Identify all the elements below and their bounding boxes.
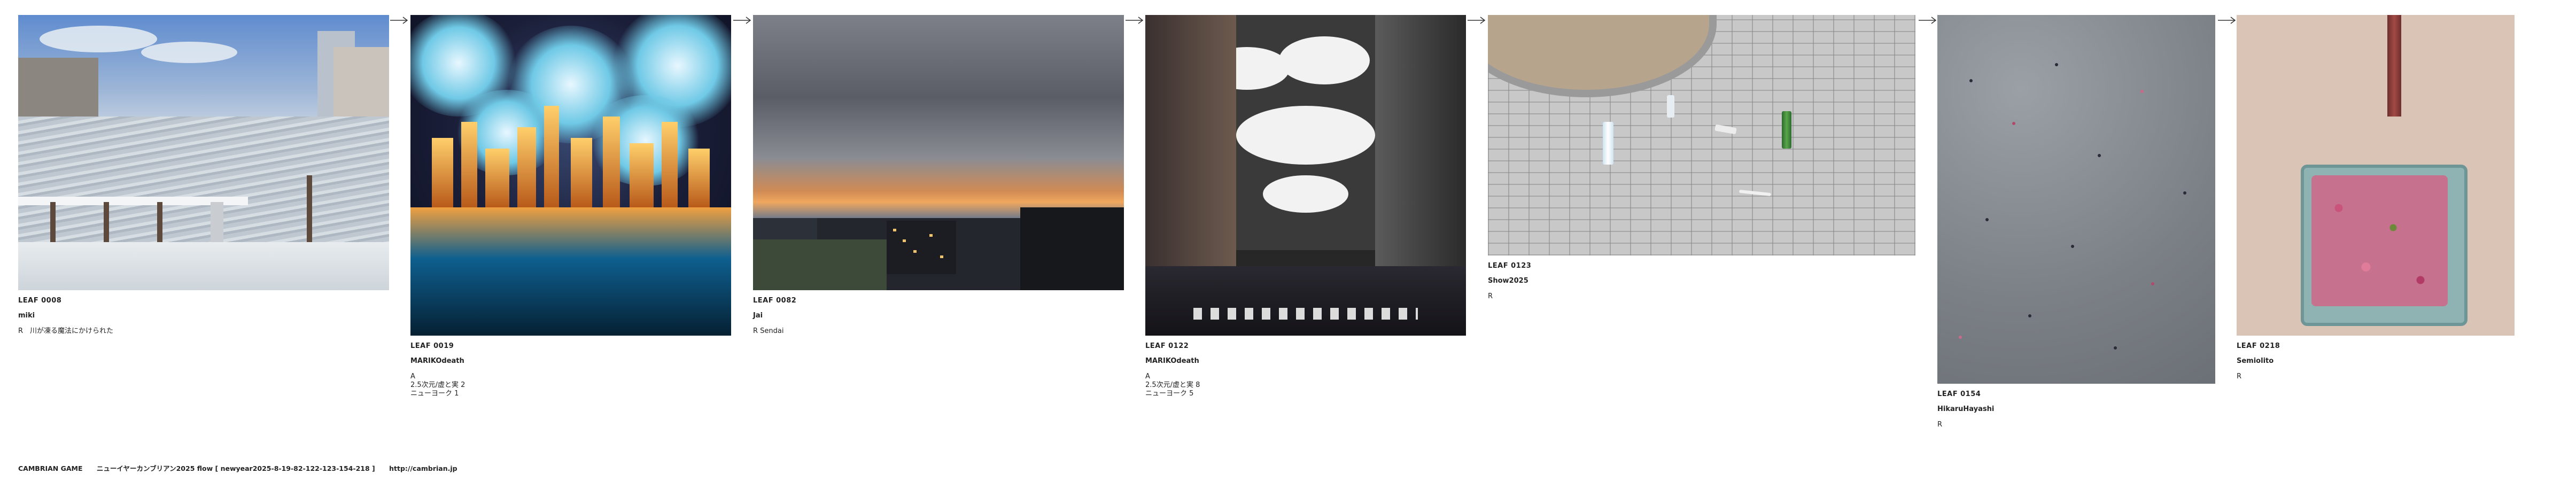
leaf-card-0218[interactable]: LEAF 0218 Semiolito R bbox=[2237, 15, 2515, 387]
leaf-image-paving-stones[interactable] bbox=[1488, 15, 1915, 255]
leaf-comment: R bbox=[1488, 292, 1493, 300]
footer-brand: CAMBRIAN GAME bbox=[18, 464, 83, 472]
leaf-comment: R 川が凍る魔法にかけられた bbox=[18, 327, 114, 335]
footer-flow: ニューイヤーカンブリアン2025 flow [ newyear2025-8-19… bbox=[96, 464, 375, 472]
leaf-card-0019[interactable]: LEAF 0019 MARIKOdeath A 2.5次元/虚と実 2 ニューヨ… bbox=[410, 15, 731, 405]
right-arrow-icon bbox=[1126, 17, 1144, 24]
leaf-id: LEAF 0008 bbox=[18, 297, 62, 305]
leaf-id: LEAF 0218 bbox=[2237, 342, 2280, 350]
leaf-card-0082[interactable]: LEAF 0082 Jai R Sendai bbox=[753, 15, 1124, 342]
leaf-card-0008[interactable]: LEAF 0008 miki R 川が凍る魔法にかけられた bbox=[18, 15, 389, 342]
leaf-author[interactable]: MARIKOdeath bbox=[410, 357, 731, 366]
leaf-image-asphalt[interactable] bbox=[1937, 15, 2215, 384]
leaf-id: LEAF 0122 bbox=[1145, 342, 1189, 350]
leaf-author[interactable]: Show2025 bbox=[1488, 277, 1915, 285]
leaf-id: LEAF 0154 bbox=[1937, 390, 1981, 398]
leaf-comment: R Sendai bbox=[753, 327, 784, 335]
leaf-card-0122[interactable]: LEAF 0122 MARIKOdeath A 2.5次元/虚と実 8 ニューヨ… bbox=[1145, 15, 1466, 405]
footer-url-link[interactable]: http://cambrian.jp bbox=[389, 464, 457, 472]
leaf-card-0123[interactable]: LEAF 0123 Show2025 R bbox=[1488, 15, 1915, 307]
leaf-card-0154[interactable]: LEAF 0154 HikaruHayashi R bbox=[1937, 15, 2215, 436]
leaf-image-dustpan[interactable] bbox=[2237, 15, 2515, 336]
right-arrow-icon bbox=[733, 17, 751, 24]
page-footer: CAMBRIAN GAME ニューイヤーカンブリアン2025 flow [ ne… bbox=[18, 463, 469, 473]
right-arrow-icon bbox=[2218, 17, 2236, 24]
leaf-image-surreal-city[interactable] bbox=[410, 15, 731, 336]
leaf-author[interactable]: Jai bbox=[753, 312, 1124, 320]
leaf-author[interactable]: MARIKOdeath bbox=[1145, 357, 1466, 366]
right-arrow-icon bbox=[1468, 17, 1486, 24]
leaf-comment: R bbox=[1937, 420, 1943, 429]
right-arrow-icon bbox=[390, 17, 408, 24]
leaf-author[interactable]: HikaruHayashi bbox=[1937, 405, 2215, 414]
leaf-image-monochrome-street[interactable] bbox=[1145, 15, 1466, 336]
leaf-comment: A 2.5次元/虚と実 2 ニューヨーク 1 bbox=[410, 372, 465, 398]
leaf-image-snowy-river[interactable] bbox=[18, 15, 389, 290]
right-arrow-icon bbox=[1919, 17, 1937, 24]
leaf-author[interactable]: Semiolito bbox=[2237, 357, 2515, 366]
leaf-comment: R bbox=[2237, 372, 2242, 381]
leaf-id: LEAF 0123 bbox=[1488, 262, 1532, 270]
leaf-id: LEAF 0019 bbox=[410, 342, 454, 350]
leaf-id: LEAF 0082 bbox=[753, 297, 797, 305]
leaf-image-dusk-sky[interactable] bbox=[753, 15, 1124, 290]
leaf-author[interactable]: miki bbox=[18, 312, 389, 320]
leaf-comment: A 2.5次元/虚と実 8 ニューヨーク 5 bbox=[1145, 372, 1200, 398]
